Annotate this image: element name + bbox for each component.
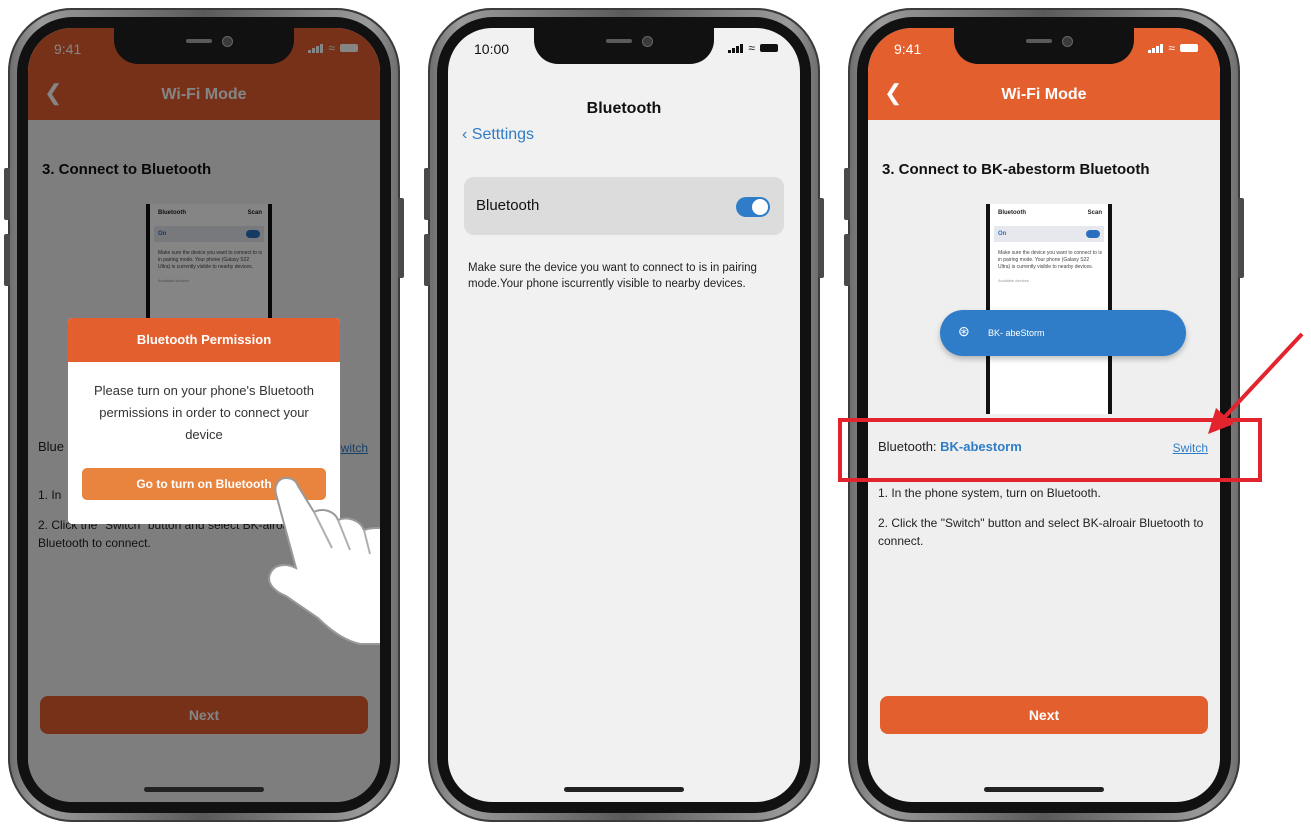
bluetooth-toggle-label: Bluetooth: [476, 197, 540, 214]
battery-icon: [760, 44, 778, 52]
screen: 9:41 ≈ ❮ Wi-Fi Mode 3. Connect to Blueto…: [28, 28, 380, 802]
device-grid-icon: ⊛: [958, 323, 970, 339]
status-icons: ≈: [1148, 41, 1198, 55]
battery-icon: [1180, 44, 1198, 52]
side-button: [424, 168, 430, 220]
mini-toggle: [1086, 230, 1100, 238]
side-button: [4, 234, 10, 286]
chevron-left-icon: ‹: [462, 126, 472, 143]
mini-phone-illustration: Bluetooth Scan On Make sure the device yo…: [986, 204, 1112, 414]
next-button[interactable]: Next: [880, 696, 1208, 734]
mini-available: Available devices: [998, 278, 1029, 283]
phone-3: 9:41 ≈ ❮ Wi-Fi Mode 3. Connect to BK-abe…: [844, 8, 1244, 822]
pairing-note: Make sure the device you want to connect…: [468, 262, 757, 290]
pointing-hand-icon: [268, 476, 380, 645]
status-time: 9:41: [894, 41, 922, 57]
back-to-settings-link[interactable]: ‹ Setttings: [462, 126, 534, 144]
signal-icon: [728, 43, 744, 53]
home-indicator: [144, 787, 264, 792]
arrow-icon: [1208, 332, 1304, 434]
side-button: [424, 234, 430, 286]
mini-on: On: [998, 231, 1007, 237]
bluetooth-toggle[interactable]: [736, 197, 770, 217]
side-button: [4, 168, 10, 220]
wifi-icon: ≈: [1168, 41, 1175, 55]
wifi-icon: ≈: [748, 41, 755, 55]
side-button: [844, 168, 850, 220]
side-button: [844, 234, 850, 286]
side-button: [818, 198, 824, 278]
notch: [954, 28, 1134, 64]
mini-text: Make sure the device you want to connect…: [998, 250, 1102, 270]
status-icons: ≈: [728, 41, 778, 55]
notch: [114, 28, 294, 64]
home-indicator: [564, 787, 684, 792]
home-indicator: [984, 787, 1104, 792]
nav-title: Wi-Fi Mode: [1001, 86, 1087, 103]
mini-title: Bluetooth: [998, 210, 1026, 216]
side-button: [398, 198, 404, 278]
device-label: BK- abeStorm: [988, 328, 1045, 338]
instruction-2: 2. Click the "Switch" button and select …: [878, 516, 1204, 548]
phone-2: 10:00 ≈ Bluetooth ‹ Setttings Bluetooth …: [424, 8, 824, 822]
instruction-1: 1. In the phone system, turn on Bluetoot…: [878, 486, 1101, 500]
signal-icon: [1148, 43, 1164, 53]
dialog-title: Bluetooth Permission: [68, 318, 340, 362]
dialog-body: Please turn on your phone's Bluetooth pe…: [93, 383, 315, 442]
side-button: [1238, 198, 1244, 278]
back-label: Setttings: [471, 126, 535, 143]
phone-1: 9:41 ≈ ❮ Wi-Fi Mode 3. Connect to Blueto…: [4, 8, 404, 822]
device-pill[interactable]: ⊛ BK- abeStorm: [940, 310, 1186, 356]
screen: 9:41 ≈ ❮ Wi-Fi Mode 3. Connect to BK-abe…: [868, 28, 1220, 802]
screen: 10:00 ≈ Bluetooth ‹ Setttings Bluetooth …: [448, 28, 800, 802]
page-title: Bluetooth: [586, 100, 662, 117]
notch: [534, 28, 714, 64]
step-title: 3. Connect to BK-abestorm Bluetooth: [882, 161, 1150, 178]
status-time: 10:00: [474, 41, 510, 57]
mini-scan: Scan: [1087, 210, 1102, 216]
bluetooth-toggle-card: Bluetooth: [464, 177, 784, 235]
